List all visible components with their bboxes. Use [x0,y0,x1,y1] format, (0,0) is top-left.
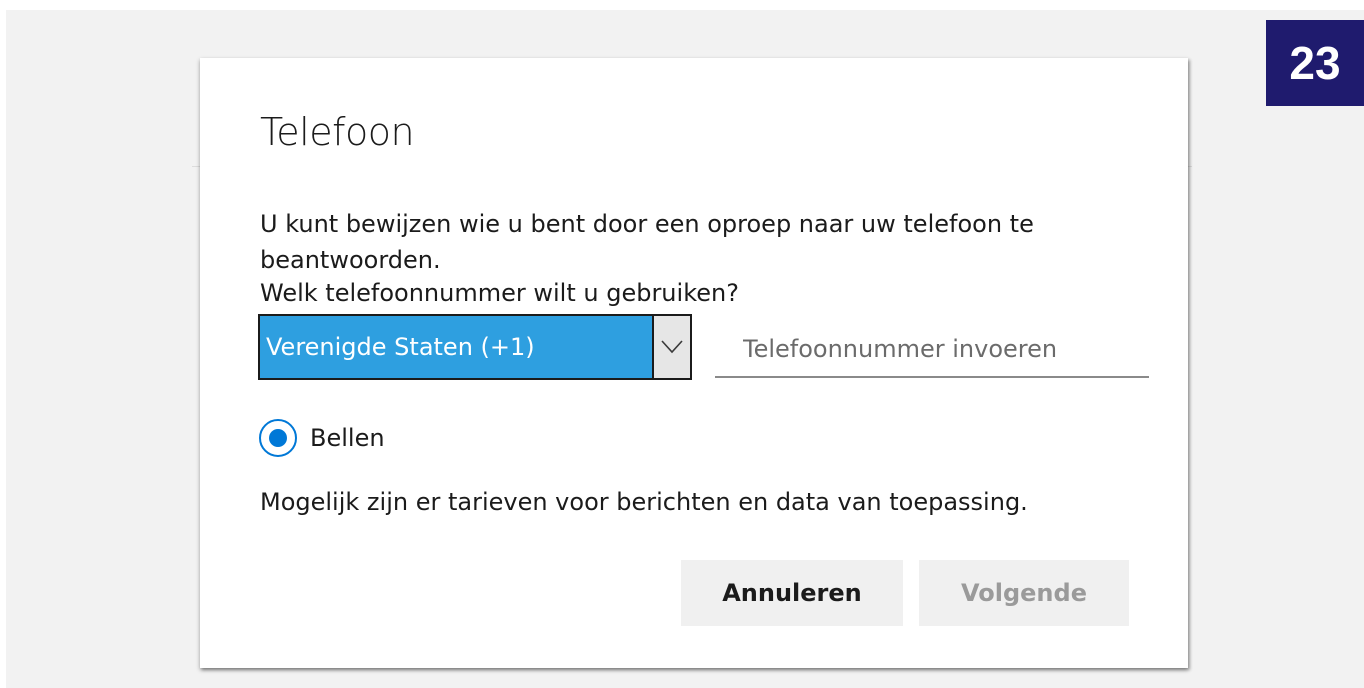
country-code-select[interactable]: Verenigde Staten (+1) [258,314,692,380]
step-number-badge: 23 [1266,20,1364,106]
next-button[interactable]: Volgende [919,560,1129,626]
cancel-button[interactable]: Annuleren [681,560,903,626]
dialog-description: U kunt bewijzen wie u bent door een opro… [260,210,1034,274]
rates-note: Mogelijk zijn er tarieven voor berichten… [260,488,1028,516]
call-option-label: Bellen [310,424,385,452]
page-background: 23 Telefoon U kunt bewijzen wie u bent d… [6,10,1364,688]
country-code-value: Verenigde Staten (+1) [260,316,654,378]
phone-question-label: Welk telefoonnummer wilt u gebruiken? [260,279,739,307]
phone-number-input[interactable] [715,322,1149,378]
dialog-title: Telefoon [260,110,415,154]
radio-selected-icon[interactable] [258,418,298,458]
call-option[interactable]: Bellen [258,418,385,458]
chevron-down-icon[interactable] [654,316,690,378]
phone-verification-dialog: Telefoon U kunt bewijzen wie u bent door… [200,58,1188,668]
